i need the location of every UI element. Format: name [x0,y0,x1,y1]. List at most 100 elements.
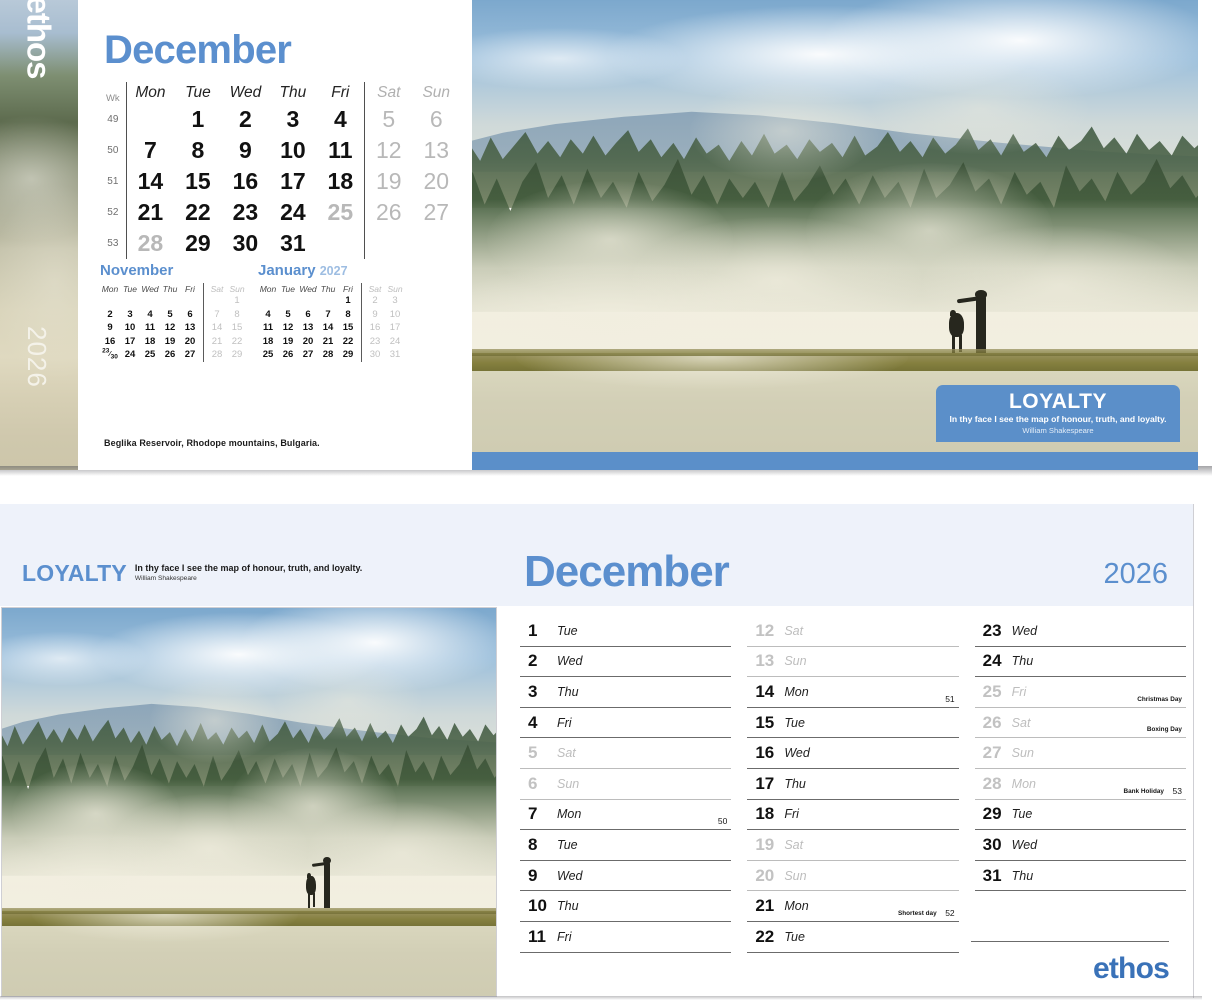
day-cell[interactable]: 31 [269,228,316,259]
mini-day-cell-next[interactable]: 2 [365,294,385,308]
mini-day-cell-next[interactable]: 23 [365,335,385,349]
mini-day-cell-prev[interactable]: 9 [100,321,120,335]
mini-day-cell-prev[interactable]: 25 [140,348,160,362]
day-cell[interactable]: 28 [127,228,175,259]
mini-day-cell-next[interactable]: 30 [365,348,385,362]
day-cell[interactable]: 3 [269,104,316,135]
day-list-row[interactable]: 8 Tue [520,830,732,861]
day-cell[interactable]: 18 [317,166,364,197]
mini-day-cell-prev[interactable]: 23⁄30 [100,348,120,362]
mini-day-cell-next[interactable]: 7 [318,308,338,322]
mini-day-cell-prev[interactable]: 15 [227,321,247,335]
day-list-row[interactable]: 10 Thu [520,891,732,922]
day-list-row[interactable]: 17 Thu [747,769,959,800]
mini-day-cell-next[interactable] [258,294,278,308]
mini-day-cell-next[interactable]: 4 [258,308,278,322]
day-list-row[interactable]: 21 Mon Shortest day 52 [747,891,959,922]
day-list-row[interactable]: 14 Mon 51 [747,677,959,708]
mini-day-cell-next[interactable] [278,294,298,308]
day-list-row[interactable]: 23 Wed [974,616,1186,647]
mini-day-cell-next[interactable]: 1 [338,294,358,308]
day-cell[interactable]: 25 [317,197,364,228]
day-cell[interactable]: 2 [222,104,270,135]
day-list-row[interactable]: 3 Thu [520,677,732,708]
day-cell[interactable] [127,104,175,135]
day-cell[interactable]: 9 [222,135,270,166]
day-list-row[interactable]: 26 Sat Boxing Day [974,708,1186,739]
mini-day-cell-prev[interactable]: 16 [100,335,120,349]
day-list-row[interactable]: 4 Fri [520,708,732,739]
day-cell[interactable]: 20 [412,166,460,197]
mini-day-cell-prev[interactable]: 1 [227,294,247,308]
mini-day-cell-prev[interactable]: 18 [140,335,160,349]
mini-day-cell-next[interactable]: 8 [338,308,358,322]
mini-day-cell-prev[interactable]: 7 [207,308,227,322]
day-cell[interactable]: 19 [365,166,412,197]
day-cell[interactable]: 24 [269,197,316,228]
day-list-row[interactable]: 6 Sun [520,769,732,800]
day-list-row[interactable]: 1 Tue [520,616,732,647]
day-cell[interactable]: 10 [269,135,316,166]
day-list-row[interactable]: 9 Wed [520,861,732,892]
mini-day-cell-prev[interactable]: 24 [120,348,140,362]
day-cell[interactable]: 12 [365,135,412,166]
day-cell[interactable]: 15 [174,166,221,197]
day-cell[interactable]: 1 [174,104,221,135]
mini-day-cell-prev[interactable]: 5 [160,308,180,322]
mini-day-cell-prev[interactable]: 11 [140,321,160,335]
day-list-row[interactable]: 15 Tue [747,708,959,739]
day-cell[interactable]: 5 [365,104,412,135]
mini-day-cell-next[interactable]: 10 [385,308,405,322]
day-list-row[interactable]: 20 Sun [747,861,959,892]
mini-day-cell-next[interactable]: 19 [278,335,298,349]
day-cell[interactable]: 16 [222,166,270,197]
mini-day-cell-prev[interactable]: 8 [227,308,247,322]
mini-day-cell-next[interactable]: 13 [298,321,318,335]
mini-day-cell-prev[interactable] [100,294,120,308]
day-cell[interactable]: 8 [174,135,221,166]
day-cell[interactable]: 27 [412,197,460,228]
day-list-row[interactable]: 13 Sun [747,647,959,678]
day-cell[interactable]: 17 [269,166,316,197]
day-cell[interactable]: 22 [174,197,221,228]
mini-day-cell-next[interactable]: 27 [298,348,318,362]
mini-day-cell-next[interactable]: 29 [338,348,358,362]
mini-day-cell-prev[interactable]: 19 [160,335,180,349]
mini-day-cell-prev[interactable] [140,294,160,308]
mini-day-cell-prev[interactable]: 14 [207,321,227,335]
day-cell[interactable]: 11 [317,135,364,166]
mini-day-cell-prev[interactable]: 20 [180,335,200,349]
day-list-row[interactable]: 25 Fri Christmas Day [974,677,1186,708]
mini-day-cell-next[interactable]: 26 [278,348,298,362]
mini-day-cell-next[interactable]: 25 [258,348,278,362]
mini-day-cell-prev[interactable]: 10 [120,321,140,335]
day-list-row[interactable]: 12 Sat [747,616,959,647]
day-cell[interactable] [365,228,412,259]
mini-day-cell-next[interactable]: 24 [385,335,405,349]
day-cell[interactable]: 6 [412,104,460,135]
day-cell[interactable]: 29 [174,228,221,259]
day-cell[interactable]: 23 [222,197,270,228]
mini-day-cell-prev[interactable]: 3 [120,308,140,322]
mini-day-cell-prev[interactable] [160,294,180,308]
mini-day-cell-prev[interactable]: 27 [180,348,200,362]
day-list-row[interactable]: 29 Tue [974,800,1186,831]
mini-day-cell-next[interactable]: 9 [365,308,385,322]
day-cell[interactable]: 7 [127,135,175,166]
day-list-row[interactable]: 19 Sat [747,830,959,861]
mini-day-cell-prev[interactable]: 2 [100,308,120,322]
mini-day-cell-next[interactable] [318,294,338,308]
day-list-row[interactable]: 2 Wed [520,647,732,678]
day-cell[interactable] [412,228,460,259]
mini-day-cell-next[interactable]: 16 [365,321,385,335]
mini-day-cell-next[interactable]: 31 [385,348,405,362]
mini-day-cell-prev[interactable]: 13 [180,321,200,335]
mini-day-cell-next[interactable]: 6 [298,308,318,322]
mini-day-cell-prev[interactable] [180,294,200,308]
mini-day-cell-next[interactable]: 3 [385,294,405,308]
day-cell[interactable]: 30 [222,228,270,259]
mini-day-cell-prev[interactable]: 4 [140,308,160,322]
mini-day-cell-prev[interactable] [207,294,227,308]
mini-day-cell-next[interactable]: 14 [318,321,338,335]
mini-day-cell-next[interactable]: 5 [278,308,298,322]
